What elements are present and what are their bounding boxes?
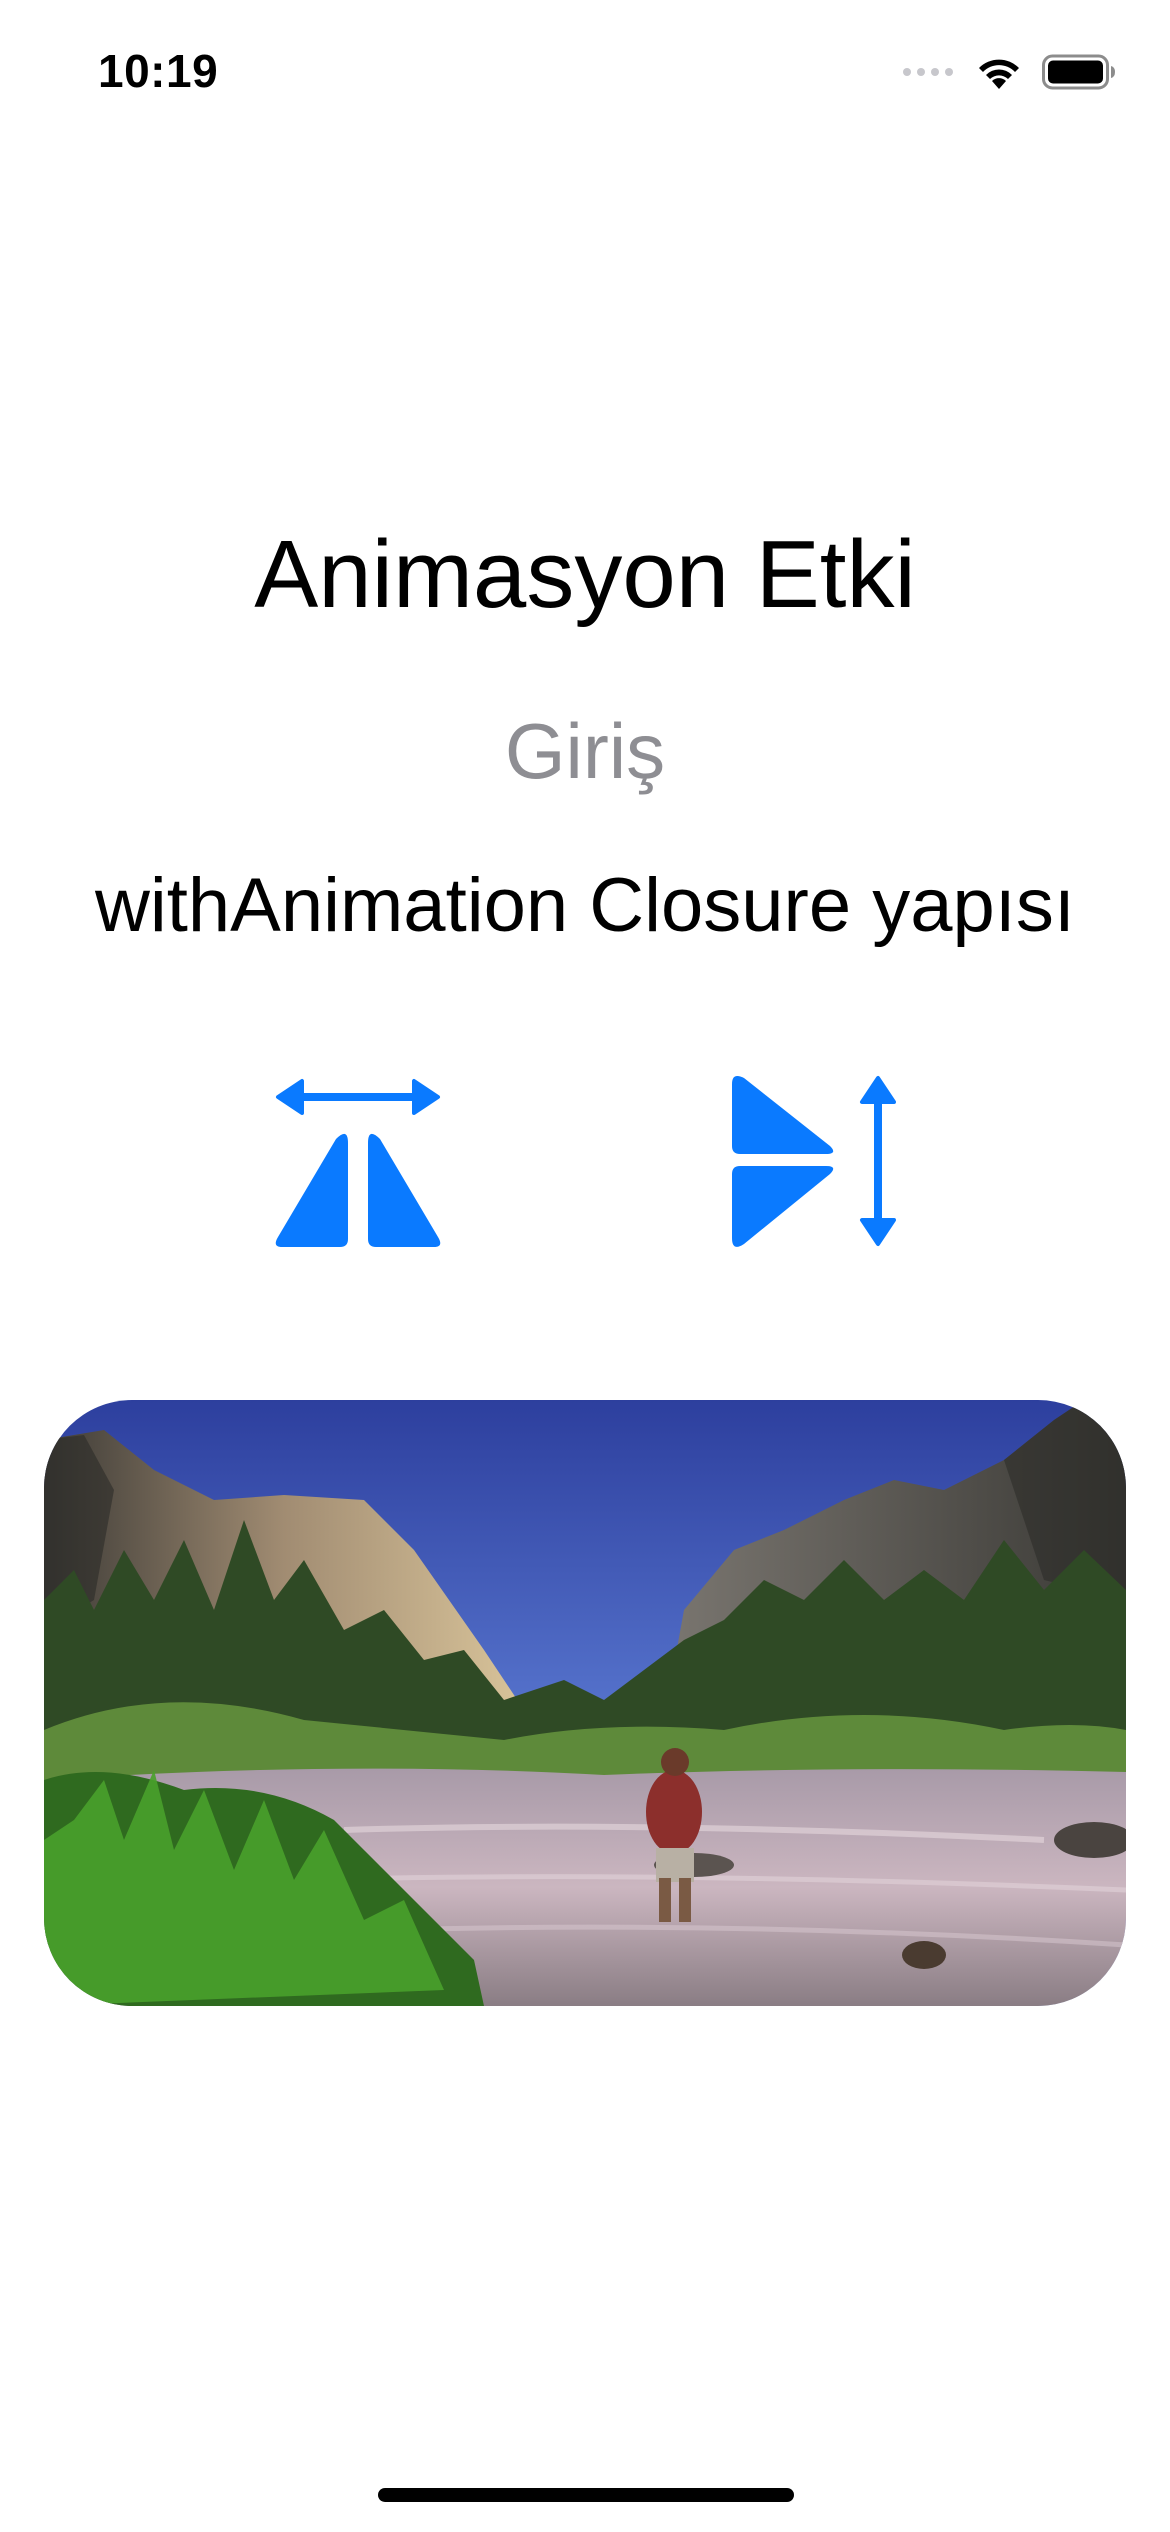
battery-icon: [1042, 54, 1116, 95]
arrow-left-right-triangle-icon: [268, 1075, 448, 1254]
home-indicator[interactable]: [378, 2488, 794, 2502]
headline-text: withAnimation Closure yapısı: [95, 863, 1075, 948]
vertical-flip-button[interactable]: [710, 1064, 910, 1264]
status-time: 10:19: [98, 45, 219, 97]
page-title: Animasyon Etki: [254, 521, 916, 628]
status-bar: 10:19: [0, 0, 1170, 140]
play-arrow-up-down-icon: [720, 1070, 900, 1259]
landscape-photo: [44, 1400, 1126, 2006]
horizontal-flip-button[interactable]: [258, 1064, 458, 1264]
page-subtitle: Giriş: [504, 707, 666, 795]
screen: 10:19 Animasyon Etki Giriş withAnimation…: [0, 0, 1170, 2532]
status-icons: [902, 50, 1116, 98]
signal-icon: [902, 62, 956, 87]
wifi-icon: [974, 53, 1024, 96]
